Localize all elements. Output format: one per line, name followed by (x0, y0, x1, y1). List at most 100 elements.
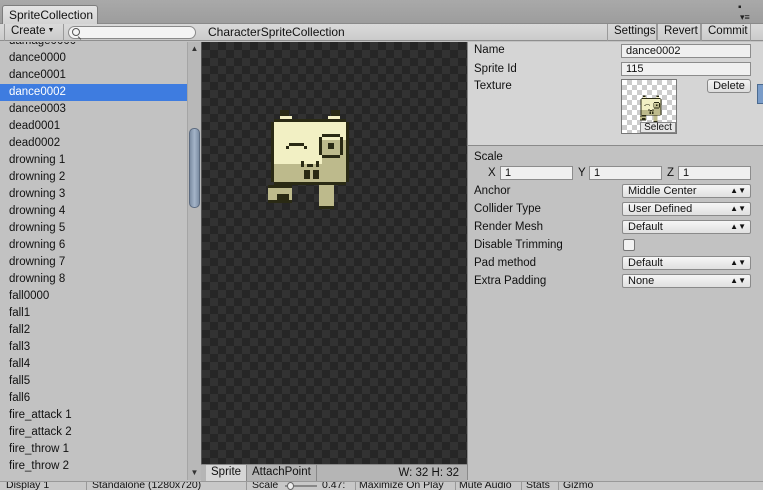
sprite-pixel (331, 110, 340, 116)
sprite-pixel (652, 109, 654, 111)
sprite-list-item[interactable]: fall4 (0, 356, 187, 373)
pad-method-label: Pad method (474, 257, 537, 269)
dropdown-arrows-icon: ▲▼ (730, 258, 746, 267)
scale-y-field[interactable]: 1 (589, 166, 662, 180)
create-label: Create (11, 25, 46, 37)
sprite-pixel (319, 206, 334, 209)
sprite-list-item[interactable]: fire_throw 1 (0, 441, 187, 458)
sprite-pixel (304, 146, 307, 149)
sprite-list-item[interactable]: fall6 (0, 390, 187, 407)
sprite-list-item[interactable]: damage0000 (0, 42, 187, 50)
scale-x-field[interactable]: 1 (500, 166, 573, 180)
sprite-pixel (304, 170, 310, 179)
sprite-list-item[interactable]: drowning 4 (0, 203, 187, 220)
sprite-list-item[interactable]: dance0001 (0, 67, 187, 84)
create-button[interactable]: Create ▼ (4, 24, 64, 41)
delete-button[interactable]: Delete (707, 79, 751, 93)
render-mesh-dropdown[interactable]: Default ▲▼ (622, 220, 751, 234)
separator (246, 482, 247, 490)
sprite-list-item[interactable]: drowning 2 (0, 169, 187, 186)
settings-button[interactable]: Settings (607, 24, 657, 41)
sprite-list-item[interactable]: drowning 7 (0, 254, 187, 271)
scale-z-field[interactable]: 1 (678, 166, 751, 180)
name-label: Name (474, 44, 505, 56)
sprite-collection-window: SpriteCollection ▪ ▾≡ Create ▼ CharacterS… (0, 0, 763, 490)
sprite-pixel (653, 102, 655, 108)
character-sprite-image (268, 110, 349, 209)
scale-slider-handle[interactable] (287, 482, 294, 490)
scale-x-label: X (488, 167, 496, 179)
sprite-list-item[interactable]: fall5 (0, 373, 187, 390)
extra-padding-dropdown[interactable]: None ▲▼ (622, 274, 751, 288)
sprite-list-item[interactable]: dead0002 (0, 135, 187, 152)
sprite-pixel (307, 164, 313, 167)
tab-attach-point[interactable]: AttachPoint (247, 465, 317, 481)
texture-select-button[interactable]: Select (640, 122, 676, 133)
tab-bar: SpriteCollection ▪ ▾≡ (0, 0, 763, 24)
close-icon[interactable]: ▾≡ (740, 12, 750, 23)
sprite-pixel (654, 107, 659, 109)
sprite-list-item[interactable]: drowning 6 (0, 237, 187, 254)
sprite-pixel (649, 111, 651, 114)
preview-footer: Sprite AttachPoint W: 32 H: 32 (201, 464, 467, 481)
sprite-list-item[interactable]: fire_attack 1 (0, 407, 187, 424)
collider-type-value: User Defined (628, 203, 693, 215)
search-input[interactable] (68, 26, 196, 39)
tab-sprite-collection[interactable]: SpriteCollection (2, 5, 98, 24)
sprite-pixel (346, 122, 349, 182)
sprite-list-item[interactable]: dead0001 (0, 118, 187, 135)
resolution-dropdown[interactable]: Standalone (1280x720) (92, 482, 201, 490)
dropdown-arrows-icon: ▲▼ (730, 276, 746, 285)
sprite-list-item[interactable]: fire_throw 2 (0, 458, 187, 475)
separator (558, 482, 559, 490)
anchor-label: Anchor (474, 185, 511, 197)
texture-label: Texture (474, 80, 512, 92)
sprite-dimensions: W: 32 H: 32 (398, 467, 459, 479)
sprite-list-item[interactable]: drowning 5 (0, 220, 187, 237)
sprite-id-field[interactable]: 115 (621, 62, 751, 76)
scroll-up-icon[interactable]: ▲ (188, 43, 201, 55)
anchor-value: Middle Center (628, 185, 697, 197)
sprite-list-item[interactable]: fire_attack 2 (0, 424, 187, 441)
sprite-list-item[interactable]: dance0002 (0, 84, 187, 101)
sprite-list-item[interactable]: drowning 1 (0, 152, 187, 169)
sprite-list-item[interactable]: drowning 3 (0, 186, 187, 203)
sprite-list-item[interactable]: dance0000 (0, 50, 187, 67)
gizmos-dropdown[interactable]: Gizmo (563, 482, 593, 490)
sprite-list-item[interactable]: dance0003 (0, 101, 187, 118)
sprite-pixel (319, 185, 334, 206)
name-field[interactable]: dance0002 (621, 44, 751, 58)
sprite-pixel (641, 98, 661, 99)
collider-type-dropdown[interactable]: User Defined ▲▼ (622, 202, 751, 216)
sprite-list-item[interactable]: fall1 (0, 305, 187, 322)
sprite-list-item[interactable]: fall3 (0, 339, 187, 356)
sprite-pixel (659, 102, 660, 108)
sprite-list: damage0000dance0000dance0001dance0002dan… (0, 42, 187, 475)
mute-audio-toggle[interactable]: Mute Audio (459, 482, 512, 490)
scroll-down-icon[interactable]: ▼ (188, 467, 201, 479)
tab-sprite[interactable]: Sprite (206, 465, 248, 481)
sprite-list-item[interactable]: fall2 (0, 322, 187, 339)
maximize-on-play-toggle[interactable]: Maximize On Play (359, 482, 444, 490)
dropdown-arrows-icon: ▲▼ (730, 186, 746, 195)
sprite-pixel (301, 161, 304, 167)
extra-padding-label: Extra Padding (474, 275, 547, 287)
list-scrollbar[interactable]: ▲ ▼ (187, 42, 201, 480)
sprite-list-item[interactable]: drowning 8 (0, 271, 187, 288)
revert-button[interactable]: Revert (657, 24, 701, 41)
sprite-preview[interactable] (201, 42, 467, 464)
sprite-pixel (639, 115, 647, 117)
pad-method-dropdown[interactable]: Default ▲▼ (622, 256, 751, 270)
commit-button[interactable]: Commit (701, 24, 751, 41)
disable-trimming-checkbox[interactable] (623, 239, 635, 251)
scale-label: Scale (474, 151, 503, 163)
sprite-pixel (639, 119, 647, 121)
texture-thumbnail[interactable]: Select (621, 79, 677, 134)
anchor-dropdown[interactable]: Middle Center ▲▼ (622, 184, 751, 198)
display-dropdown[interactable]: Display 1 (6, 482, 49, 490)
stats-toggle[interactable]: Stats (526, 482, 550, 490)
scale-value: 0.47: (322, 481, 346, 490)
sprite-list-item[interactable]: fall0000 (0, 288, 187, 305)
sprite-pixel (274, 119, 346, 122)
scrollbar-thumb[interactable] (189, 128, 200, 208)
